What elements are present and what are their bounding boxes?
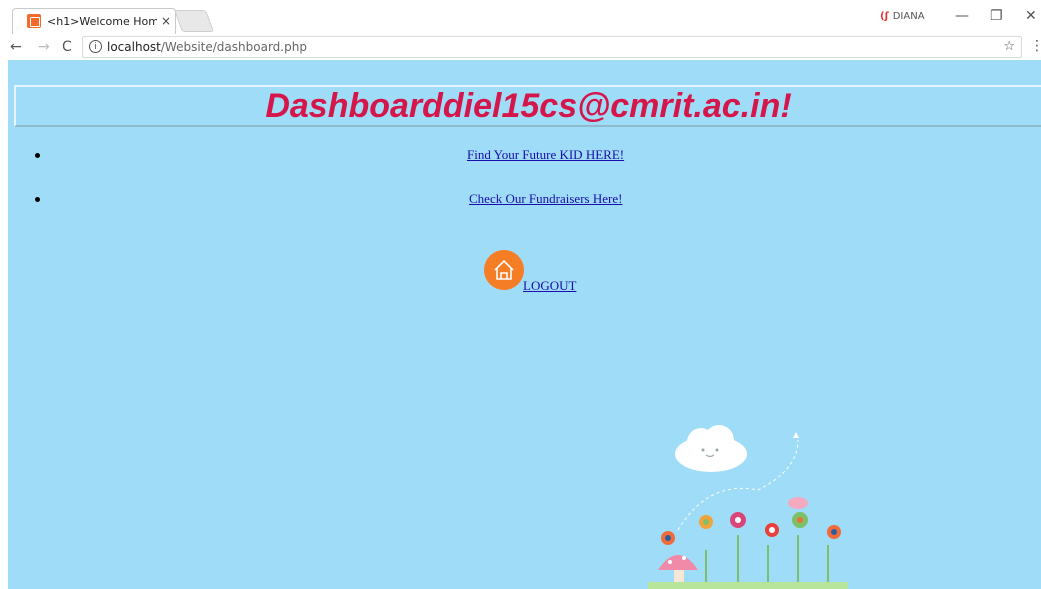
reload-button[interactable]: C <box>62 39 72 55</box>
back-button[interactable]: ← <box>10 39 22 55</box>
forward-button[interactable]: → <box>38 39 50 55</box>
info-icon[interactable]: i <box>89 40 102 53</box>
browser-tab[interactable]: <h1>Welcome Home</ × <box>12 8 176 34</box>
browser-chrome: <h1>Welcome Home</ × (ʃDIANA — ❐ ✕ ← → C… <box>0 0 1041 60</box>
url-text[interactable]: localhost/Website/dashboard.php <box>107 40 307 54</box>
url-host: localhost <box>107 40 161 54</box>
fundraisers-link[interactable]: Check Our Fundraisers Here! <box>469 191 622 207</box>
url-path: /Website/dashboard.php <box>160 40 307 54</box>
page-title: Dashboarddiel15cs@cmrit.ac.in! <box>265 87 792 125</box>
xampp-favicon-icon <box>27 14 41 28</box>
profile-button[interactable]: (ʃ DIANA <box>880 11 925 22</box>
tab-strip: <h1>Welcome Home</ × (ʃDIANA — ❐ ✕ <box>0 0 1041 34</box>
garden-illustration <box>648 432 848 589</box>
logout-link[interactable]: LOGOUT <box>523 278 576 294</box>
close-window-button[interactable]: ✕ <box>1025 8 1037 24</box>
page-viewport: Dashboarddiel15cs@cmrit.ac.in! Find Your… <box>8 60 1041 589</box>
bullet-marker <box>35 153 40 158</box>
toolbar: ← → C i localhost/Website/dashboard.php … <box>0 34 1041 60</box>
heading-box: Dashboarddiel15cs@cmrit.ac.in! <box>14 85 1041 127</box>
home-icon[interactable] <box>484 250 524 290</box>
tab-title: <h1>Welcome Home</ <box>47 15 157 28</box>
menu-icon[interactable]: ⋮ <box>1030 38 1041 54</box>
sync-icon: (ʃ <box>880 11 889 22</box>
address-bar[interactable]: i localhost/Website/dashboard.php ☆ <box>82 36 1022 58</box>
tab-close-icon[interactable]: × <box>161 14 171 28</box>
find-kid-link[interactable]: Find Your Future KID HERE! <box>467 147 624 163</box>
restore-button[interactable]: ❐ <box>990 8 1003 24</box>
minimize-button[interactable]: — <box>955 8 969 24</box>
bookmark-star-icon[interactable]: ☆ <box>1003 39 1015 54</box>
bullet-marker <box>35 197 40 202</box>
profile-name: DIANA <box>892 11 925 22</box>
new-tab-button[interactable] <box>173 10 215 32</box>
